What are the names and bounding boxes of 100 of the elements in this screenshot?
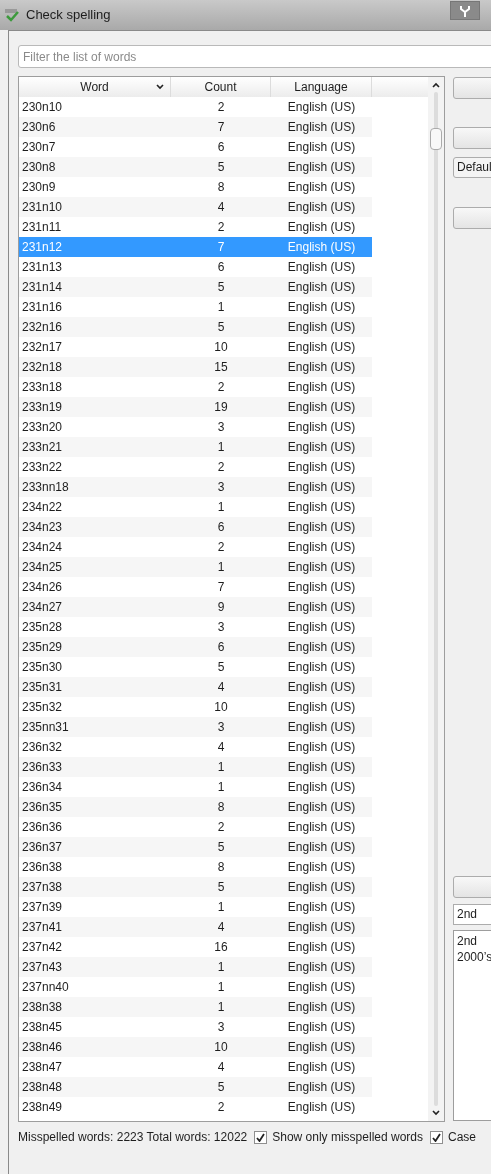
table-row[interactable]: 231n14 5 English (US): [19, 277, 372, 297]
checkbox[interactable]: [254, 1130, 268, 1144]
table-cell-text: 233nn18: [21, 479, 70, 496]
table-cell-text: 232n17: [21, 339, 64, 356]
scroll-thumb[interactable]: [430, 128, 442, 150]
table-cell-text: English (US): [286, 839, 357, 856]
table-cell-text: English (US): [286, 279, 357, 296]
spellcheck-icon: [4, 7, 20, 23]
table-row[interactable]: 234n27 9 English (US): [19, 597, 372, 617]
table-cell-text: 236n33: [21, 759, 64, 776]
table-row[interactable]: 237n41 4 English (US): [19, 917, 372, 937]
table-cell-text: 19: [213, 399, 229, 416]
table-cell-text: English (US): [286, 1059, 357, 1076]
table-cell-text: 5: [216, 279, 226, 296]
table-cell-text: 4: [216, 919, 226, 936]
table-cell-text: 8: [216, 179, 226, 196]
table-cell-text: 234n24: [21, 539, 64, 556]
table-cell-text: English (US): [286, 99, 357, 116]
table-cell-text: 2: [216, 99, 226, 116]
table-cell-text: English (US): [286, 539, 357, 556]
table-cell-text: 231n13: [21, 259, 64, 276]
tool-button[interactable]: [450, 1, 480, 20]
filter-field[interactable]: Filter the list of words: [18, 45, 491, 68]
table-cell-text: 237n41: [21, 919, 64, 936]
table-cell-text: 233n21: [21, 439, 64, 456]
table-cell-text: 15: [213, 359, 229, 376]
table-cell-text: 236n37: [21, 839, 64, 856]
table-row[interactable]: 233n21 1 English (US): [19, 437, 372, 457]
table-row[interactable]: 233n19 19 English (US): [19, 397, 372, 417]
replacement-field[interactable]: 2nd: [453, 904, 491, 925]
table-cell-text: 233n22: [21, 459, 64, 476]
table-cell-text: 2: [216, 379, 226, 396]
table-row[interactable]: 232n18 15 English (US): [19, 357, 372, 377]
table-cell-text: 1: [216, 959, 226, 976]
table-row[interactable]: 234n25 1 English (US): [19, 557, 372, 577]
dictionary-dropdown[interactable]: Defaul: [453, 157, 491, 178]
table-cell-text: English (US): [286, 659, 357, 676]
checkbox-label: Show only misspelled words: [272, 1129, 423, 1146]
table-cell-text: 3: [216, 719, 226, 736]
table-cell-text: 1: [216, 979, 226, 996]
table-cell-text: 10: [213, 699, 229, 716]
table-cell-text: English (US): [286, 739, 357, 756]
table-cell-text: English (US): [286, 219, 357, 236]
scroll-up-icon[interactable]: [432, 82, 440, 88]
suggestion-item[interactable]: 2000’s: [457, 949, 491, 965]
table-row[interactable]: 237n38 5 English (US): [19, 877, 372, 897]
table-cell-text: English (US): [286, 579, 357, 596]
table-cell-text: 10: [213, 339, 229, 356]
table-row[interactable]: 236n33 1 English (US): [19, 757, 372, 777]
table-cell-text: English (US): [286, 679, 357, 696]
table-cell-text: English (US): [286, 719, 357, 736]
table-cell-text: English (US): [286, 299, 357, 316]
table-cell-text: 1: [216, 899, 226, 916]
table-row[interactable]: 236n37 5 English (US): [19, 837, 372, 857]
table-cell-text: English (US): [286, 799, 357, 816]
table-cell-text: 1: [216, 559, 226, 576]
table-row[interactable]: 230n6 7 English (US): [19, 117, 372, 137]
table-row[interactable]: 237n43 1 English (US): [19, 957, 372, 977]
table-cell-text: English (US): [286, 779, 357, 796]
table-row[interactable]: 235nn31 3 English (US): [19, 717, 372, 737]
table-cell-text: 2: [216, 219, 226, 236]
table-cell-text: 5: [216, 159, 226, 176]
table-row[interactable]: 231n10 4 English (US): [19, 197, 372, 217]
table-row[interactable]: 236n35 8 English (US): [19, 797, 372, 817]
table-row[interactable]: 233nn18 3 English (US): [19, 477, 372, 497]
table-cell-text: 5: [216, 839, 226, 856]
table-cell-text: English (US): [286, 439, 357, 456]
scroll-down-icon[interactable]: [432, 1110, 440, 1116]
table-cell-text: 235nn31: [21, 719, 70, 736]
word-count-text: Misspelled words: 2223 Total words: 12022: [18, 1129, 248, 1146]
table-cell-text: 2: [216, 1099, 226, 1116]
table-row[interactable]: 238n46 10 English (US): [19, 1037, 372, 1057]
table-row[interactable]: 238n48 5 English (US): [19, 1077, 372, 1097]
table-cell-text: 237n43: [21, 959, 64, 976]
table-cell-text: English (US): [286, 759, 357, 776]
table-cell-text: 4: [216, 199, 226, 216]
table-row[interactable]: 232n16 5 English (US): [19, 317, 372, 337]
table-cell-text: English (US): [286, 199, 357, 216]
table-cell-text: 231n14: [21, 279, 64, 296]
suggestion-item[interactable]: 2nd: [457, 933, 478, 949]
table-row[interactable]: 234n23 6 English (US): [19, 517, 372, 537]
table-cell-text: 235n29: [21, 639, 64, 656]
table-cell-text: 231n16: [21, 299, 64, 316]
table-cell-text: English (US): [286, 499, 357, 516]
table-cell-text: English (US): [286, 699, 357, 716]
table-cell-text: 1: [216, 299, 226, 316]
table-cell-text: 1: [216, 759, 226, 776]
table-cell-text: 230n8: [21, 159, 57, 176]
scrollbar[interactable]: [428, 77, 444, 1121]
table-cell-text: 4: [216, 1059, 226, 1076]
table-row[interactable]: 230n8 5 English (US): [19, 157, 372, 177]
table-row[interactable]: 235n29 6 English (US): [19, 637, 372, 657]
checkbox[interactable]: [430, 1130, 443, 1144]
table-cell-text: 3: [216, 1019, 226, 1036]
table-cell-text: 237n39: [21, 899, 64, 916]
table-cell-text: 237n42: [21, 939, 64, 956]
table-row[interactable]: 235n31 4 English (US): [19, 677, 372, 697]
table-cell-text: English (US): [286, 599, 357, 616]
table-cell-text: English (US): [286, 1099, 357, 1116]
table-row[interactable]: 238n38 1 English (US): [19, 997, 372, 1017]
